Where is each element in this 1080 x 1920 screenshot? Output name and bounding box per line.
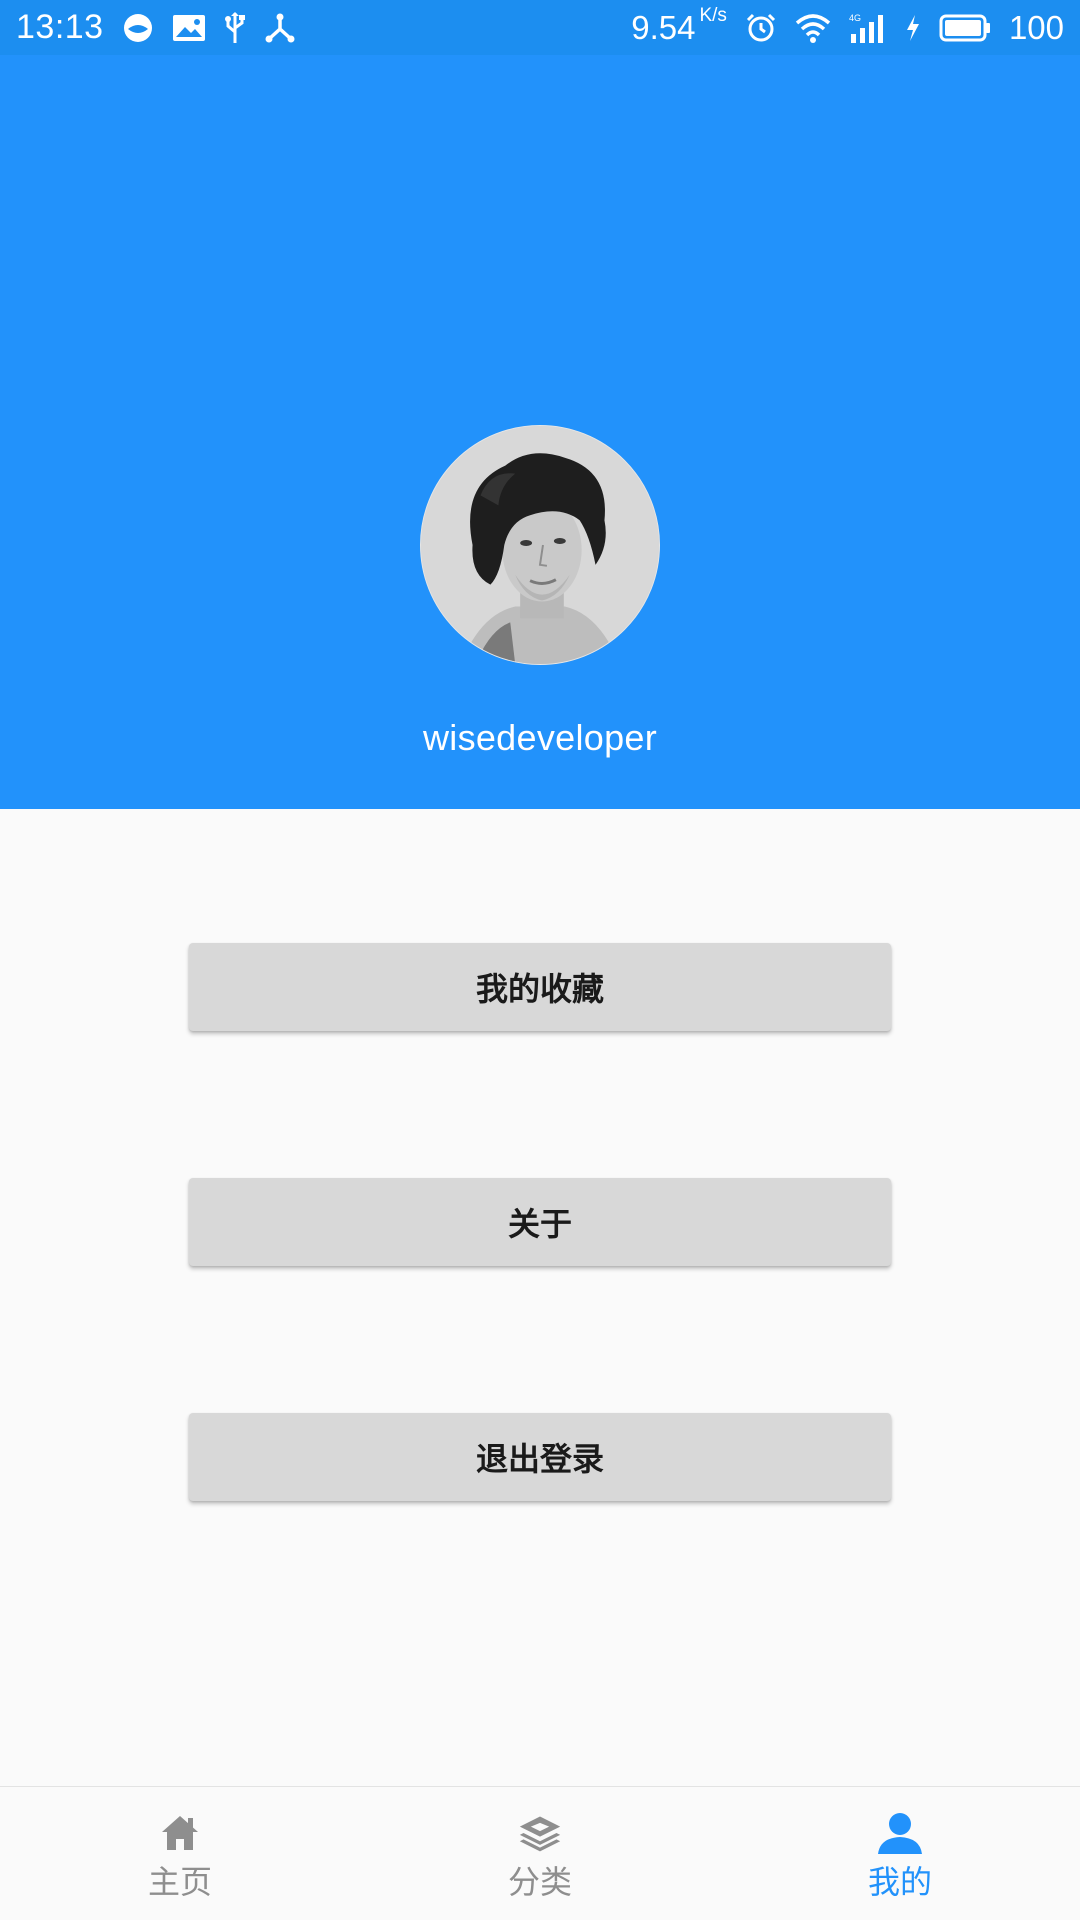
svg-text:4G: 4G [849, 13, 861, 23]
about-button[interactable]: 关于 [189, 1178, 891, 1266]
image-notification-icon [172, 14, 206, 42]
status-bar: 13:13 9.54 K/s 4G 100 [0, 0, 1080, 55]
battery-level: 100 [1008, 8, 1064, 46]
network-speed-value: 9.54 [631, 8, 696, 46]
status-time: 13:13 [16, 8, 104, 46]
bottom-navigation: 主页 分类 我的 [0, 1786, 1080, 1920]
user-avatar-photo [421, 426, 659, 664]
network-speed-unit: K/s [699, 4, 727, 26]
hotspot-icon [264, 12, 296, 44]
username: wisedeveloper [422, 717, 658, 758]
wifi-icon [795, 13, 831, 43]
network-speed: 9.54 K/s [631, 5, 727, 47]
nav-item-mine[interactable]: 我的 [800, 1787, 1000, 1920]
profile-screen: 13:13 9.54 K/s 4G 100 wisedeveloper 我的收藏… [0, 0, 1080, 1920]
status-bar-left: 13:13 [16, 8, 296, 47]
nav-label-category: 分类 [507, 1863, 572, 1901]
charging-icon [905, 14, 921, 42]
nav-item-home[interactable]: 主页 [80, 1787, 280, 1920]
4g-signal-icon: 4G [849, 12, 887, 44]
usb-icon [224, 11, 246, 44]
nav-label-mine: 我的 [867, 1863, 932, 1901]
alarm-icon [745, 12, 777, 44]
profile-header: wisedeveloper [0, 55, 1080, 809]
nav-item-category[interactable]: 分类 [440, 1787, 640, 1920]
person-icon [878, 1813, 922, 1854]
battery-icon [939, 14, 991, 42]
my-favorites-button[interactable]: 我的收藏 [189, 943, 891, 1031]
home-icon [158, 1813, 202, 1853]
nav-label-home: 主页 [147, 1863, 212, 1901]
layers-icon [518, 1813, 562, 1853]
status-bar-right: 9.54 K/s 4G 100 [631, 5, 1064, 47]
logout-button[interactable]: 退出登录 [189, 1413, 891, 1501]
avatar[interactable] [420, 425, 660, 665]
browser-icon [122, 12, 154, 44]
